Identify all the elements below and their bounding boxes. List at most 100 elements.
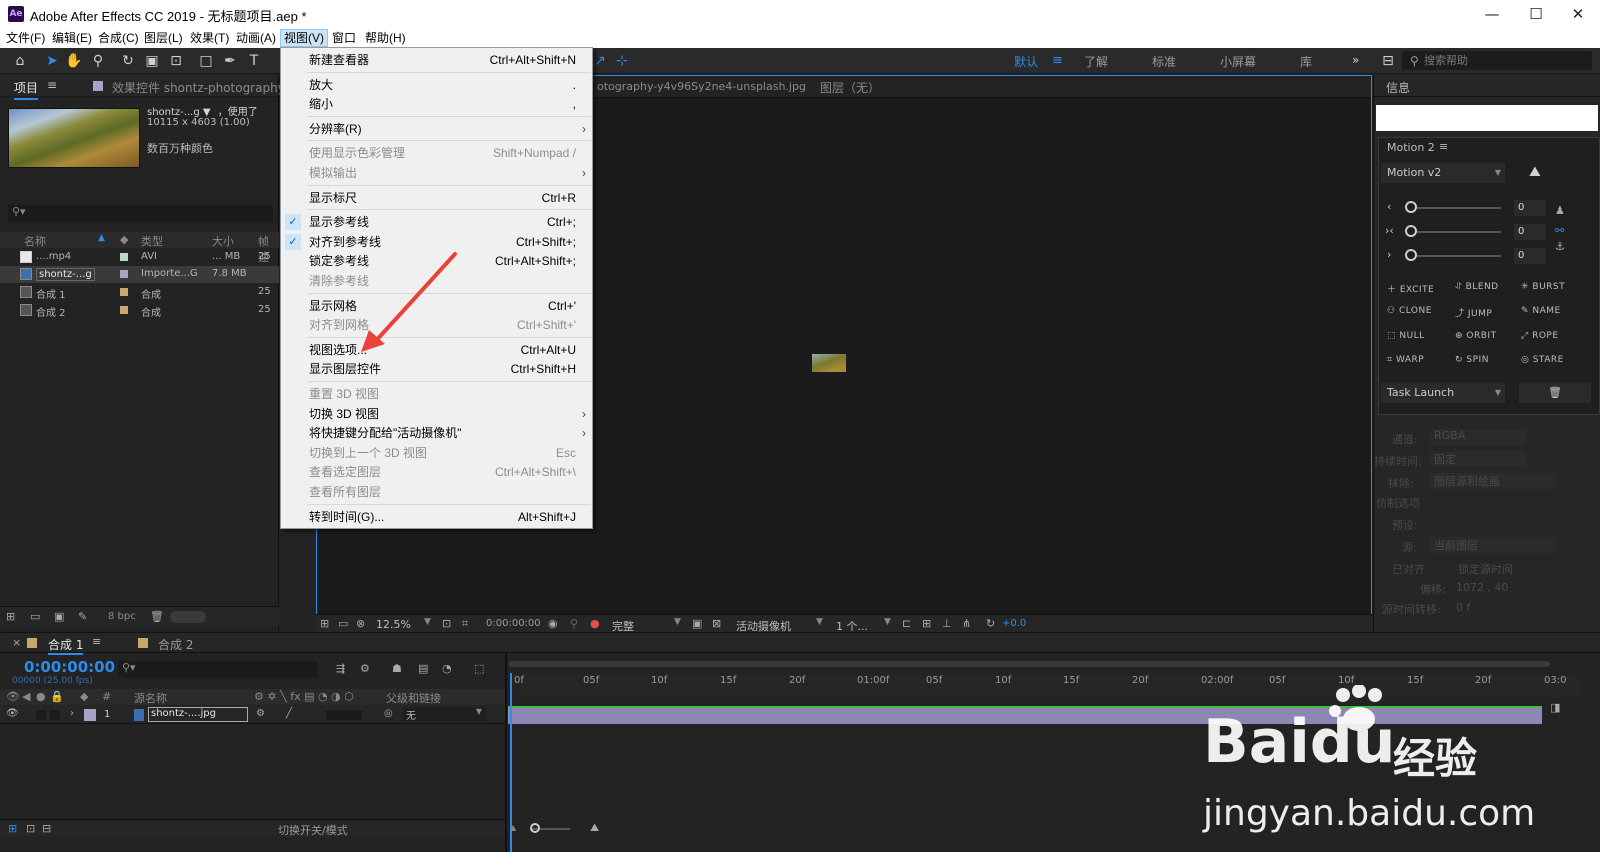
new-composition-icon[interactable]: ▣ (54, 610, 64, 623)
comp-mini-flowchart-icon[interactable]: ⇶ (336, 662, 345, 675)
zoom-select[interactable]: 12.5% (376, 618, 411, 631)
show-snapshot-icon[interactable]: ⚲ (570, 617, 578, 630)
view-menu-item[interactable]: 缩小, (281, 94, 592, 114)
workspace-learn[interactable]: 了解 (1084, 53, 1108, 70)
new-folder-icon[interactable]: ▭ (30, 610, 40, 623)
project-item-row[interactable]: ....mp4 AVI ... MB 25 (0, 249, 279, 266)
ease-out-icon[interactable]: › (1387, 248, 1391, 261)
spin-button[interactable]: ↻ SPIN (1455, 355, 1489, 365)
ease-in-value[interactable]: 0 (1514, 200, 1546, 216)
view-menu-item[interactable]: 显示标尺 Ctrl+R (281, 188, 592, 208)
panel-menu-icon[interactable]: ≡ (1439, 140, 1448, 153)
layer-switches-pane-icon[interactable]: ⊞ (8, 822, 17, 835)
rectangle-tool-icon[interactable]: □ (196, 51, 216, 71)
transparency-grid-icon[interactable]: ⊠ (712, 617, 721, 630)
burst-button[interactable]: ✳ BURST (1521, 282, 1565, 292)
workspace-layout-icon[interactable]: ⊟ (1378, 51, 1398, 71)
draft-3d-icon[interactable]: ⚙ (360, 662, 370, 675)
region-of-interest-icon[interactable]: ▣ (692, 617, 702, 630)
adjust-icon[interactable]: ✎ (78, 610, 87, 623)
viewer-timecode[interactable]: 0:00:00:00 (486, 618, 541, 629)
menu-composition[interactable]: 合成(C) (95, 29, 142, 47)
clone-button[interactable]: ⚇ CLONE (1387, 306, 1432, 316)
orbit-button[interactable]: ⊕ ORBIT (1455, 331, 1497, 341)
transfer-controls-icon[interactable]: ⊡ (26, 822, 35, 835)
menu-file[interactable]: 文件(F) (3, 29, 48, 47)
view-menu-item[interactable]: 将快捷键分配给"活动摄像机" › (281, 423, 592, 443)
ease-in-icon[interactable]: ‹ (1387, 200, 1391, 213)
timeline-layer-row[interactable]: 👁 › 1 shontz-....jpg ⚙ ╱ ◎ 无 ▼ (0, 706, 505, 724)
ease-out-value[interactable]: 0 (1514, 248, 1546, 264)
menu-window[interactable]: 窗口 (329, 29, 359, 47)
snapping-target-icon[interactable]: ⊹ (612, 51, 632, 71)
trash-icon[interactable]: 🗑 (150, 610, 164, 623)
toggle-switches-modes-button[interactable]: 切换开关/模式 (278, 822, 348, 838)
mountains-icon[interactable]: ⛰ (1529, 164, 1541, 180)
ease-both-knob[interactable] (1405, 225, 1417, 237)
workspace-overflow-icon[interactable]: » (1352, 53, 1359, 67)
selection-tool-icon[interactable]: ➤ (42, 51, 62, 71)
blend-button[interactable]: ⥯ BLEND (1455, 282, 1499, 292)
motion-blur-icon[interactable]: ◔ (442, 662, 452, 675)
camera-tool-icon[interactable]: ▣ (142, 51, 162, 71)
menu-view[interactable]: 视图(V) (280, 29, 328, 47)
zoom-tool-icon[interactable]: ⚲ (88, 51, 108, 71)
minimize-button[interactable]: — (1470, 0, 1514, 28)
panel-menu-icon[interactable]: ≡ (47, 78, 57, 92)
motion-version-select[interactable]: Motion v2 ▼ (1381, 163, 1505, 183)
view-menu-item[interactable]: 转到时间(G)... Alt+Shift+J (281, 507, 592, 527)
layer-name[interactable]: shontz-....jpg (148, 707, 248, 722)
jump-button[interactable]: ⤴ JUMP (1455, 306, 1492, 319)
work-area-bar[interactable] (508, 661, 1550, 667)
pick-whip-icon[interactable]: ◎ (384, 708, 393, 719)
anchor-icon[interactable]: ⚓ (1555, 240, 1565, 253)
ease-both-value[interactable]: 0 (1514, 224, 1546, 240)
source-name-column[interactable]: 源名称 (134, 690, 167, 706)
trash-icon[interactable]: 🗑 (1519, 383, 1591, 403)
parent-link-column[interactable]: 父级和链接 (386, 690, 441, 706)
tab-info[interactable]: 信息 (1386, 79, 1410, 96)
tab-project[interactable]: 项目 (14, 79, 39, 100)
pan-behind-tool-icon[interactable]: ⊡ (166, 51, 186, 71)
quality-switch-icon[interactable]: ╱ (286, 708, 292, 719)
tab-effect-controls[interactable]: 效果控件 shontz-photography-y4 (112, 79, 303, 96)
panel-menu-icon[interactable]: ≡ (92, 635, 101, 648)
workspace-default[interactable]: 默认 (1014, 53, 1038, 70)
type-tool-icon[interactable]: T (244, 51, 264, 71)
stare-button[interactable]: ◎ STARE (1521, 355, 1564, 365)
rotate-tool-icon[interactable]: ↻ (118, 51, 138, 71)
shy-layers-icon[interactable]: ☗ (392, 662, 402, 675)
workspace-menu-icon[interactable]: ≡ (1052, 53, 1063, 68)
fast-previews-icon[interactable]: ⊞ (922, 617, 931, 630)
home-icon[interactable]: ⌂ (10, 51, 30, 71)
mask-toggle-icon[interactable]: ⊗ (356, 617, 365, 630)
task-launch-select[interactable]: Task Launch ▼ (1381, 383, 1505, 403)
snap-icon[interactable]: ↗ (590, 51, 610, 71)
source-time-shift-value[interactable]: 0 f (1456, 601, 1470, 614)
workspace-libraries[interactable]: 库 (1300, 53, 1312, 70)
frame-blending-icon[interactable]: ▤ (418, 662, 428, 675)
view-menu-item[interactable]: 切换 3D 视图 › (281, 404, 592, 424)
pin-icon[interactable]: ♟ (1555, 204, 1565, 217)
exposure-value[interactable]: +0.0 (1002, 618, 1026, 629)
lock-source-time-checkbox[interactable]: 锁定源时间 (1458, 561, 1513, 577)
duration-select[interactable]: 固定 (1430, 451, 1526, 467)
maximize-button[interactable]: ☐ (1514, 0, 1558, 28)
excite-button[interactable]: ＋ EXCITE (1387, 282, 1434, 295)
workspace-standard[interactable]: 标准 (1152, 53, 1176, 70)
search-help-input[interactable]: 搜索帮助 (1402, 51, 1592, 70)
aligned-checkbox[interactable]: 已对齐 (1392, 561, 1425, 577)
menu-layer[interactable]: 图层(L) (141, 29, 186, 47)
pen-tool-icon[interactable]: ✒ (220, 51, 240, 71)
project-search-input[interactable]: ⚲▾ (8, 205, 273, 222)
link-icon[interactable]: ⚯ (1555, 224, 1564, 237)
project-item-row-selected[interactable]: shontz-...g Importe...G 7.8 MB (0, 266, 279, 283)
column-type[interactable]: 类型 (141, 233, 163, 249)
monitor-icon[interactable]: ▭ (338, 617, 348, 630)
hand-tool-icon[interactable]: ✋ (64, 51, 84, 71)
snapshot-icon[interactable]: ◉ (548, 617, 558, 630)
channel-icon[interactable]: ● (590, 617, 600, 630)
tab-comp-1[interactable]: 合成 1 (48, 636, 84, 655)
warp-button[interactable]: ⌗ WARP (1387, 355, 1424, 365)
stretch-pane-icon[interactable]: ⊟ (42, 822, 51, 835)
